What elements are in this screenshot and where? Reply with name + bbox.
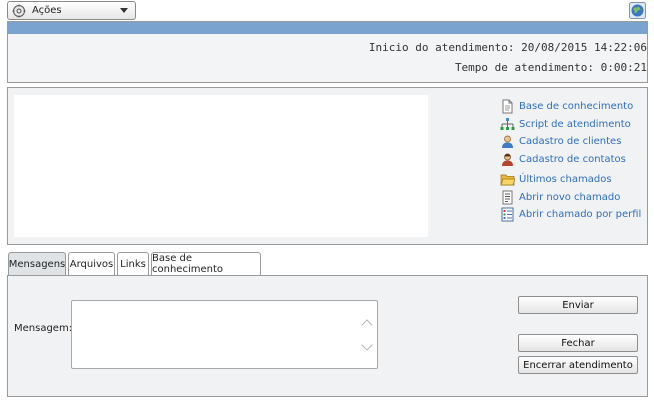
tab-mensagens[interactable]: Mensagens: [8, 252, 66, 276]
link-script-atendimento[interactable]: Script de atendimento: [500, 116, 631, 132]
link-label: Base de conhecimento: [519, 100, 634, 112]
contact-icon: [502, 153, 513, 166]
link-abrir-chamado-perfil[interactable]: Abrir chamado por perfil: [500, 206, 641, 222]
tab-links[interactable]: Links: [117, 252, 149, 275]
link-label: Script de atendimento: [519, 118, 631, 130]
flowchart-icon: [500, 117, 515, 130]
user-icon: [502, 135, 513, 148]
link-abrir-novo-chamado[interactable]: Abrir novo chamado: [500, 189, 620, 205]
message-field-label: Mensagem:: [14, 323, 73, 334]
folder-icon: [500, 174, 515, 185]
link-ultimos-chamados[interactable]: Últimos chamados: [500, 171, 612, 187]
link-base-conhecimento[interactable]: Base de conhecimento: [500, 98, 633, 114]
form-icon: [502, 190, 513, 204]
end-session-button[interactable]: Encerrar atendimento: [518, 356, 638, 374]
document-icon: [502, 99, 513, 113]
tab-arquivos[interactable]: Arquivos: [68, 252, 115, 275]
link-label: Últimos chamados: [519, 173, 612, 185]
header-bar: [8, 22, 647, 34]
send-button[interactable]: Enviar: [518, 296, 638, 314]
actions-dropdown[interactable]: Ações: [7, 1, 136, 20]
link-cadastro-clientes[interactable]: Cadastro de clientes: [500, 133, 621, 149]
link-label: Abrir chamado por perfil: [519, 208, 642, 220]
tab-base-conhecimento[interactable]: Base de conhecimento: [151, 252, 261, 275]
close-button[interactable]: Fechar: [518, 334, 638, 352]
actions-label: Ações: [32, 5, 62, 16]
link-label: Abrir novo chamado: [519, 191, 621, 203]
scroll-down-icon[interactable]: [361, 339, 373, 351]
scroll-up-icon[interactable]: [361, 319, 373, 331]
message-textarea[interactable]: [71, 300, 378, 369]
gear-icon: [12, 4, 26, 17]
link-cadastro-contatos[interactable]: Cadastro de contatos: [500, 151, 626, 167]
link-label: Cadastro de clientes: [519, 135, 622, 147]
list-icon: [501, 207, 514, 221]
content-area: [14, 95, 428, 237]
session-elapsed-time: Tempo de atendimento: 0:00:21: [454, 61, 647, 74]
chevron-down-icon: [120, 8, 128, 13]
session-start-time: Inicio do atendimento: 20/08/2015 14:22:…: [368, 41, 647, 54]
link-label: Cadastro de contatos: [519, 153, 626, 165]
globe-icon[interactable]: [629, 2, 646, 19]
